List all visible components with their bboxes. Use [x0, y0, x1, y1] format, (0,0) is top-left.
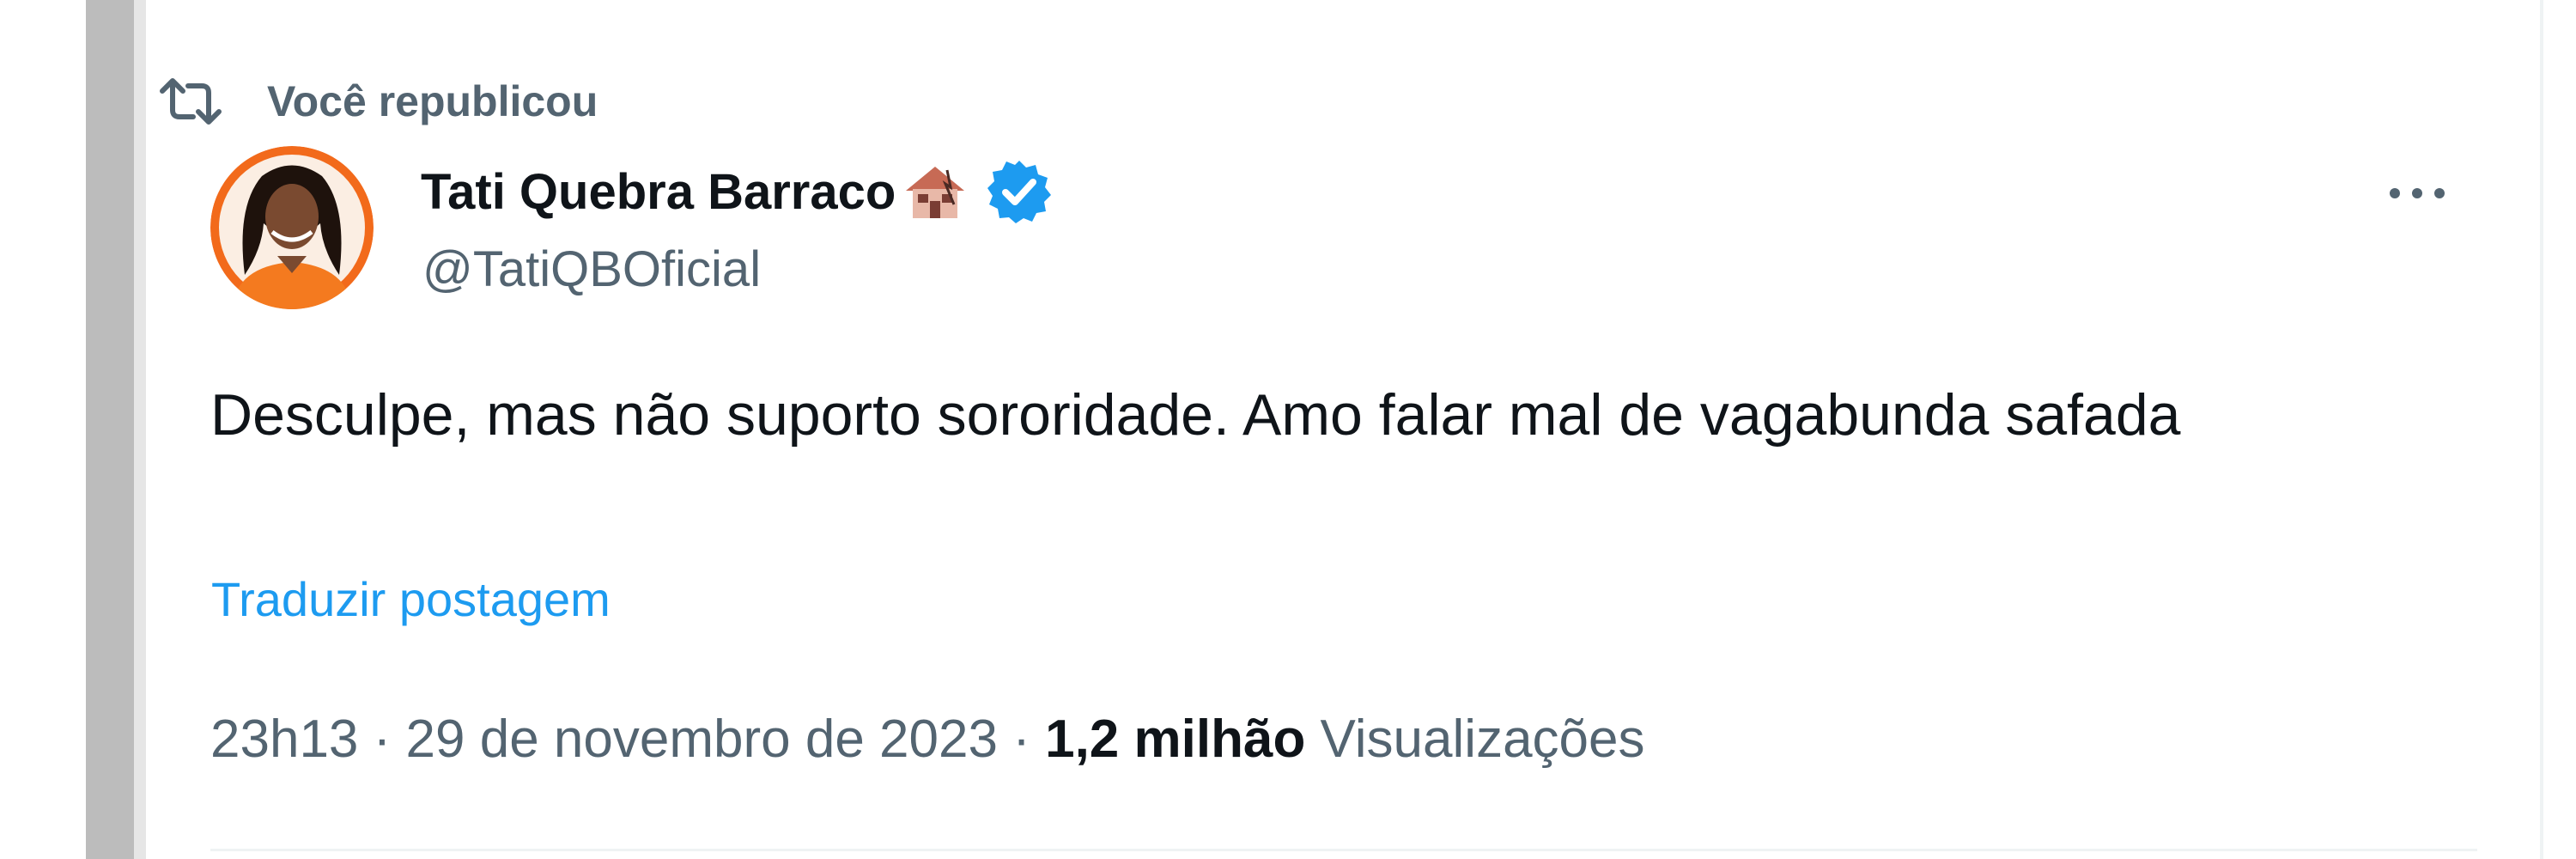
author-name-row[interactable]: Tati Quebra Barraco — [421, 153, 1054, 230]
repost-label: Você republicou — [267, 77, 598, 125]
tweet-meta: 23h13 · 29 de novembro de 2023 · 1,2 mil… — [210, 709, 1645, 770]
author-display-name[interactable]: Tati Quebra Barraco — [421, 163, 896, 221]
bottom-divider — [210, 849, 2477, 851]
views-count: 1,2 milhão — [1045, 710, 1306, 769]
avatar[interactable] — [210, 146, 374, 309]
meta-separator: · — [1012, 710, 1030, 769]
tweet-date[interactable]: 29 de novembro de 2023 — [406, 710, 998, 769]
avatar-image — [210, 146, 374, 309]
views-label: Visualizações — [1320, 710, 1645, 769]
author-handle[interactable]: @TatiQBOficial — [422, 241, 761, 298]
meta-separator: · — [373, 710, 392, 769]
left-rail — [86, 0, 134, 859]
translate-post-link[interactable]: Traduzir postagem — [211, 571, 611, 627]
left-rail-edge — [134, 0, 146, 859]
more-dots-icon — [2390, 188, 2445, 198]
tweet-text: Desculpe, mas não suporto sororidade. Am… — [210, 382, 2181, 448]
left-gutter — [0, 0, 86, 859]
more-options-button[interactable] — [2370, 163, 2464, 223]
verified-badge-icon[interactable] — [985, 157, 1054, 226]
screenshot-canvas: Você republicou Tati Quebra Barraco @Tat… — [0, 0, 2576, 859]
repost-icon — [160, 78, 222, 125]
right-border — [2540, 0, 2543, 859]
house-emoji-icon — [906, 167, 965, 218]
tweet-time[interactable]: 23h13 — [210, 710, 358, 769]
repost-header: Você republicou — [159, 67, 598, 136]
